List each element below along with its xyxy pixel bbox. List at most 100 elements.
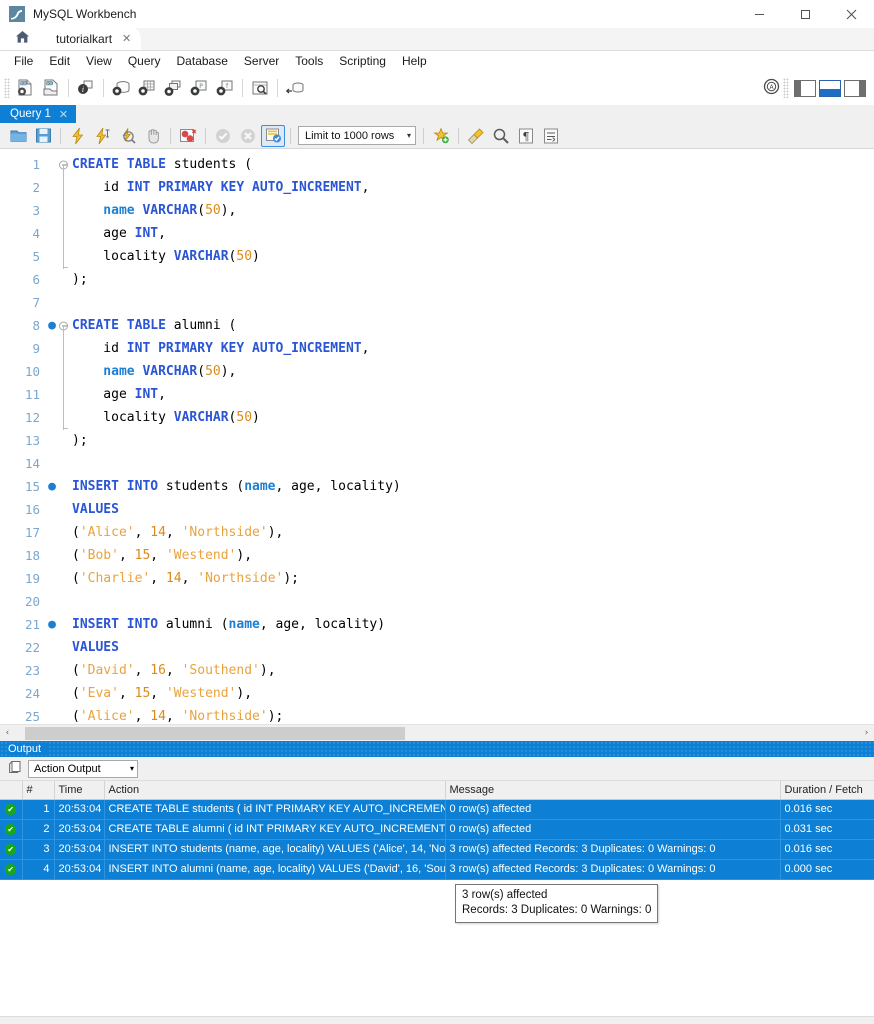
menu-item-server[interactable]: Server (236, 51, 287, 71)
code-line[interactable]: 5 locality VARCHAR(50) (0, 244, 874, 269)
column-header-number[interactable]: # (22, 781, 55, 800)
line-number: 19 (24, 571, 40, 586)
code-line[interactable]: 24 ('Eva', 15, 'Westend'), (0, 682, 874, 705)
toggle-stop-on-error-icon[interactable] (176, 125, 200, 147)
code-line[interactable]: 1 CREATE TABLE students ( (0, 153, 874, 189)
code-line[interactable]: 9 id INT PRIMARY KEY AUTO_INCREMENT, (0, 336, 874, 361)
code-text: INSERT INTO alumni (name, age, locality) (72, 617, 386, 632)
new-sql-tab-icon[interactable]: SQL (12, 75, 38, 101)
help-circle-icon[interactable]: A (763, 78, 780, 98)
maximize-button[interactable] (782, 0, 828, 28)
reconnect-server-icon[interactable] (282, 75, 308, 101)
open-file-icon[interactable] (6, 125, 30, 147)
table-row[interactable]: ✔ 2 20:53:04 CREATE TABLE alumni ( id INT P… (0, 819, 874, 840)
save-file-icon[interactable] (31, 125, 55, 147)
status-bar (0, 1016, 874, 1024)
execute-current-statement-icon[interactable] (91, 125, 115, 147)
code-text: ('Alice', 14, 'Northside'), (72, 525, 284, 540)
clear-query-icon[interactable] (464, 125, 488, 147)
code-line[interactable]: 3 name VARCHAR(50), (0, 198, 874, 223)
code-line[interactable]: 10 name VARCHAR(50), (0, 359, 874, 384)
search-table-data-icon[interactable] (247, 75, 273, 101)
editor-horizontal-scrollbar[interactable]: ‹ › (0, 724, 874, 741)
close-icon[interactable]: ✕ (122, 32, 131, 45)
table-row[interactable]: ✔ 3 20:53:04 INSERT INTO students (name, ag… (0, 839, 874, 860)
scrollbar-track[interactable] (15, 726, 859, 740)
code-line[interactable]: 23 ('David', 16, 'Southend'), (0, 659, 874, 682)
code-line[interactable]: 18 ('Bob', 15, 'Westend'), (0, 544, 874, 567)
commit-transaction-icon[interactable] (211, 125, 235, 147)
menu-item-help[interactable]: Help (394, 51, 435, 71)
mysql-dolphin-icon (9, 6, 25, 22)
wrap-lines-icon[interactable] (539, 125, 563, 147)
code-line[interactable]: 7 (0, 291, 874, 314)
sql-editor[interactable]: 1 CREATE TABLE students (2 id INT PRIMARY… (0, 149, 874, 741)
code-line[interactable]: 13); (0, 427, 874, 452)
execute-statement-icon[interactable] (66, 125, 90, 147)
toggle-sidebar-panel[interactable] (794, 79, 816, 97)
code-line[interactable]: 19 ('Charlie', 14, 'Northside'); (0, 567, 874, 590)
code-line[interactable]: 12 locality VARCHAR(50) (0, 405, 874, 430)
toggle-invisible-chars-icon[interactable]: ¶ (514, 125, 538, 147)
toggle-secondary-sidebar-panel[interactable] (844, 79, 866, 97)
menu-item-view[interactable]: View (78, 51, 120, 71)
tab-query-1[interactable]: Query 1 ✕ (0, 105, 77, 123)
open-sql-script-icon[interactable]: SQL (38, 75, 64, 101)
window-controls (736, 0, 874, 28)
explain-statement-icon[interactable] (116, 125, 140, 147)
code-line[interactable]: 15 ● INSERT INTO students (name, age, loca… (0, 475, 874, 498)
code-line[interactable]: 8 ● CREATE TABLE alumni ( (0, 314, 874, 350)
menu-item-database[interactable]: Database (169, 51, 236, 71)
scroll-left-arrow[interactable]: ‹ (0, 728, 15, 738)
code-line[interactable]: 21 ● INSERT INTO alumni (name, age, locali… (0, 613, 874, 636)
sql-code-area[interactable]: 1 CREATE TABLE students (2 id INT PRIMARY… (0, 149, 874, 728)
row-limit-dropdown[interactable]: Limit to 1000 rows ▾ (298, 126, 416, 145)
rollback-transaction-icon[interactable] (236, 125, 260, 147)
home-tab[interactable] (0, 27, 44, 50)
table-row[interactable]: ✔ 4 20:53:04 INSERT INTO alumni (name, age,… (0, 859, 874, 880)
menu-item-file[interactable]: File (6, 51, 41, 71)
window-title: MySQL Workbench (33, 7, 137, 21)
toggle-output-panel[interactable] (819, 79, 841, 97)
row-message: 3 row(s) affected Records: 3 Duplicates:… (445, 839, 781, 860)
menu-item-edit[interactable]: Edit (41, 51, 78, 71)
column-header-action[interactable]: Action (104, 781, 446, 800)
code-line[interactable]: 22 VALUES (0, 636, 874, 659)
menu-item-scripting[interactable]: Scripting (331, 51, 394, 71)
menu-item-query[interactable]: Query (120, 51, 169, 71)
toggle-autocommit-icon[interactable] (261, 124, 285, 147)
row-time: 20:53:04 (54, 819, 105, 840)
new-view-icon[interactable] (160, 75, 186, 101)
code-line[interactable]: 16 VALUES (0, 498, 874, 521)
new-procedure-icon[interactable]: P (186, 75, 212, 101)
column-header-status[interactable] (0, 781, 23, 800)
table-row[interactable]: ✔ 1 20:53:04 CREATE TABLE students ( id INT… (0, 799, 874, 820)
sidebar-item-connection-tab[interactable]: tutorialkart ✕ (40, 27, 142, 50)
minimize-button[interactable] (736, 0, 782, 28)
output-action-grid[interactable]: # Time Action Message Duration / Fetch ✔… (0, 781, 874, 1024)
new-function-icon[interactable]: f (212, 75, 238, 101)
scroll-right-arrow[interactable]: › (859, 728, 874, 738)
scrollbar-thumb[interactable] (25, 726, 405, 740)
new-table-icon[interactable] (134, 75, 160, 101)
code-line[interactable]: 17 ('Alice', 14, 'Northside'), (0, 521, 874, 544)
server-status-icon[interactable]: i (73, 75, 99, 101)
code-line[interactable]: 20 (0, 590, 874, 613)
code-line[interactable]: 14 (0, 452, 874, 475)
find-icon[interactable] (489, 125, 513, 147)
column-header-duration[interactable]: Duration / Fetch (780, 781, 874, 800)
column-header-time[interactable]: Time (54, 781, 105, 800)
beautify-query-icon[interactable] (429, 125, 453, 147)
close-icon[interactable]: ✕ (59, 108, 68, 121)
toolbar-grip (4, 78, 10, 98)
output-view-dropdown[interactable]: Action Output ▾ (28, 759, 138, 778)
close-button[interactable] (828, 0, 874, 28)
stop-execution-icon[interactable] (141, 125, 165, 147)
code-line[interactable]: 6); (0, 266, 874, 291)
menu-item-tools[interactable]: Tools (287, 51, 331, 71)
column-header-message[interactable]: Message (445, 781, 781, 800)
new-schema-icon[interactable] (108, 75, 134, 101)
code-line[interactable]: 2 id INT PRIMARY KEY AUTO_INCREMENT, (0, 175, 874, 200)
code-line[interactable]: 11 age INT, (0, 382, 874, 407)
code-line[interactable]: 4 age INT, (0, 221, 874, 246)
